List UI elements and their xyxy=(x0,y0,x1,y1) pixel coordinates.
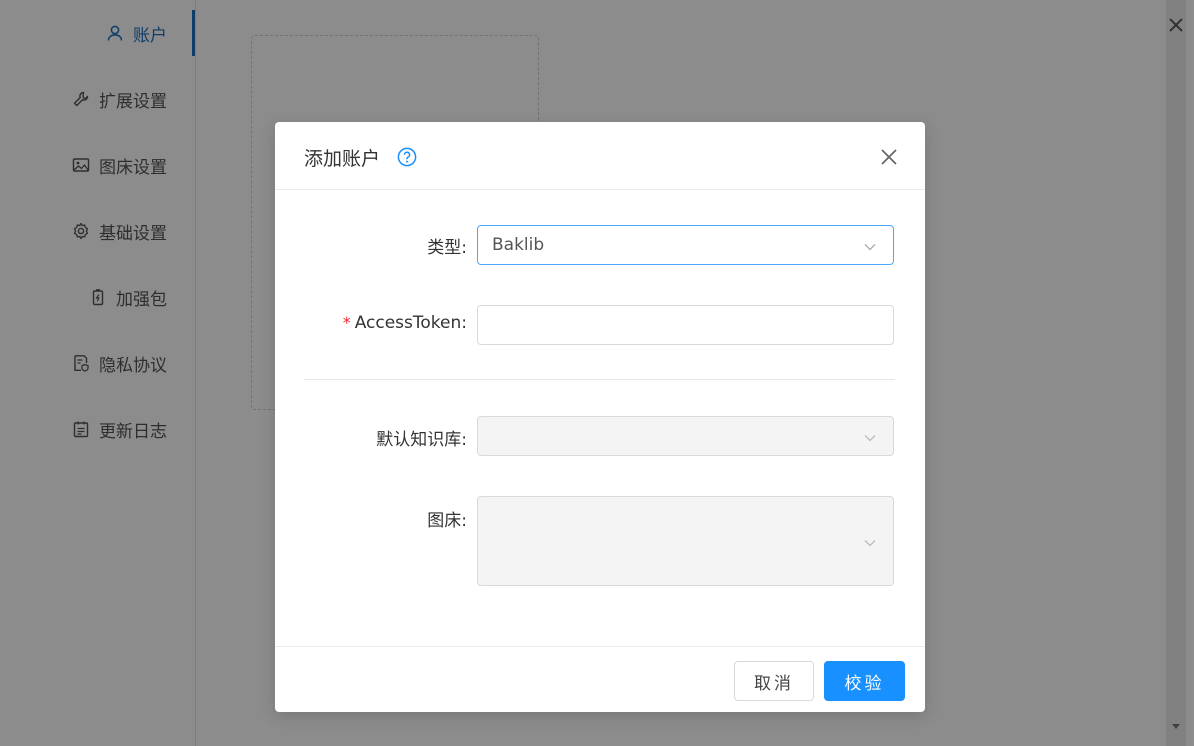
close-icon[interactable] xyxy=(879,147,899,167)
chevron-down-icon xyxy=(863,430,877,444)
type-select[interactable]: Baklib xyxy=(477,225,894,265)
type-label: 类型: xyxy=(427,238,467,258)
dialog-header: 添加账户 xyxy=(275,122,925,190)
add-account-dialog: 添加账户 类型: Baklib * AccessToken: 默认知识库: 图床:… xyxy=(275,122,925,712)
cancel-button[interactable]: 取消 xyxy=(734,661,814,701)
dialog-title: 添加账户 xyxy=(304,148,381,170)
access-token-label-text: AccessToken: xyxy=(354,313,467,333)
verify-button[interactable]: 校验 xyxy=(824,661,905,701)
form-divider xyxy=(304,379,895,380)
chevron-down-icon xyxy=(863,535,877,549)
access-token-input[interactable] xyxy=(478,306,893,344)
default-kb-label: 默认知识库: xyxy=(376,430,467,450)
type-select-value: Baklib xyxy=(492,235,545,255)
dialog-footer: 取消 校验 xyxy=(275,646,925,712)
image-host-select[interactable] xyxy=(477,496,894,586)
default-kb-select[interactable] xyxy=(477,416,894,456)
required-mark: * xyxy=(342,313,351,332)
chevron-down-icon xyxy=(863,239,877,253)
access-token-field[interactable] xyxy=(477,305,894,345)
window-close-icon[interactable] xyxy=(1165,14,1187,36)
image-host-label: 图床: xyxy=(427,511,467,531)
access-token-label: * AccessToken: xyxy=(343,313,467,333)
question-circle-icon[interactable] xyxy=(397,147,417,167)
